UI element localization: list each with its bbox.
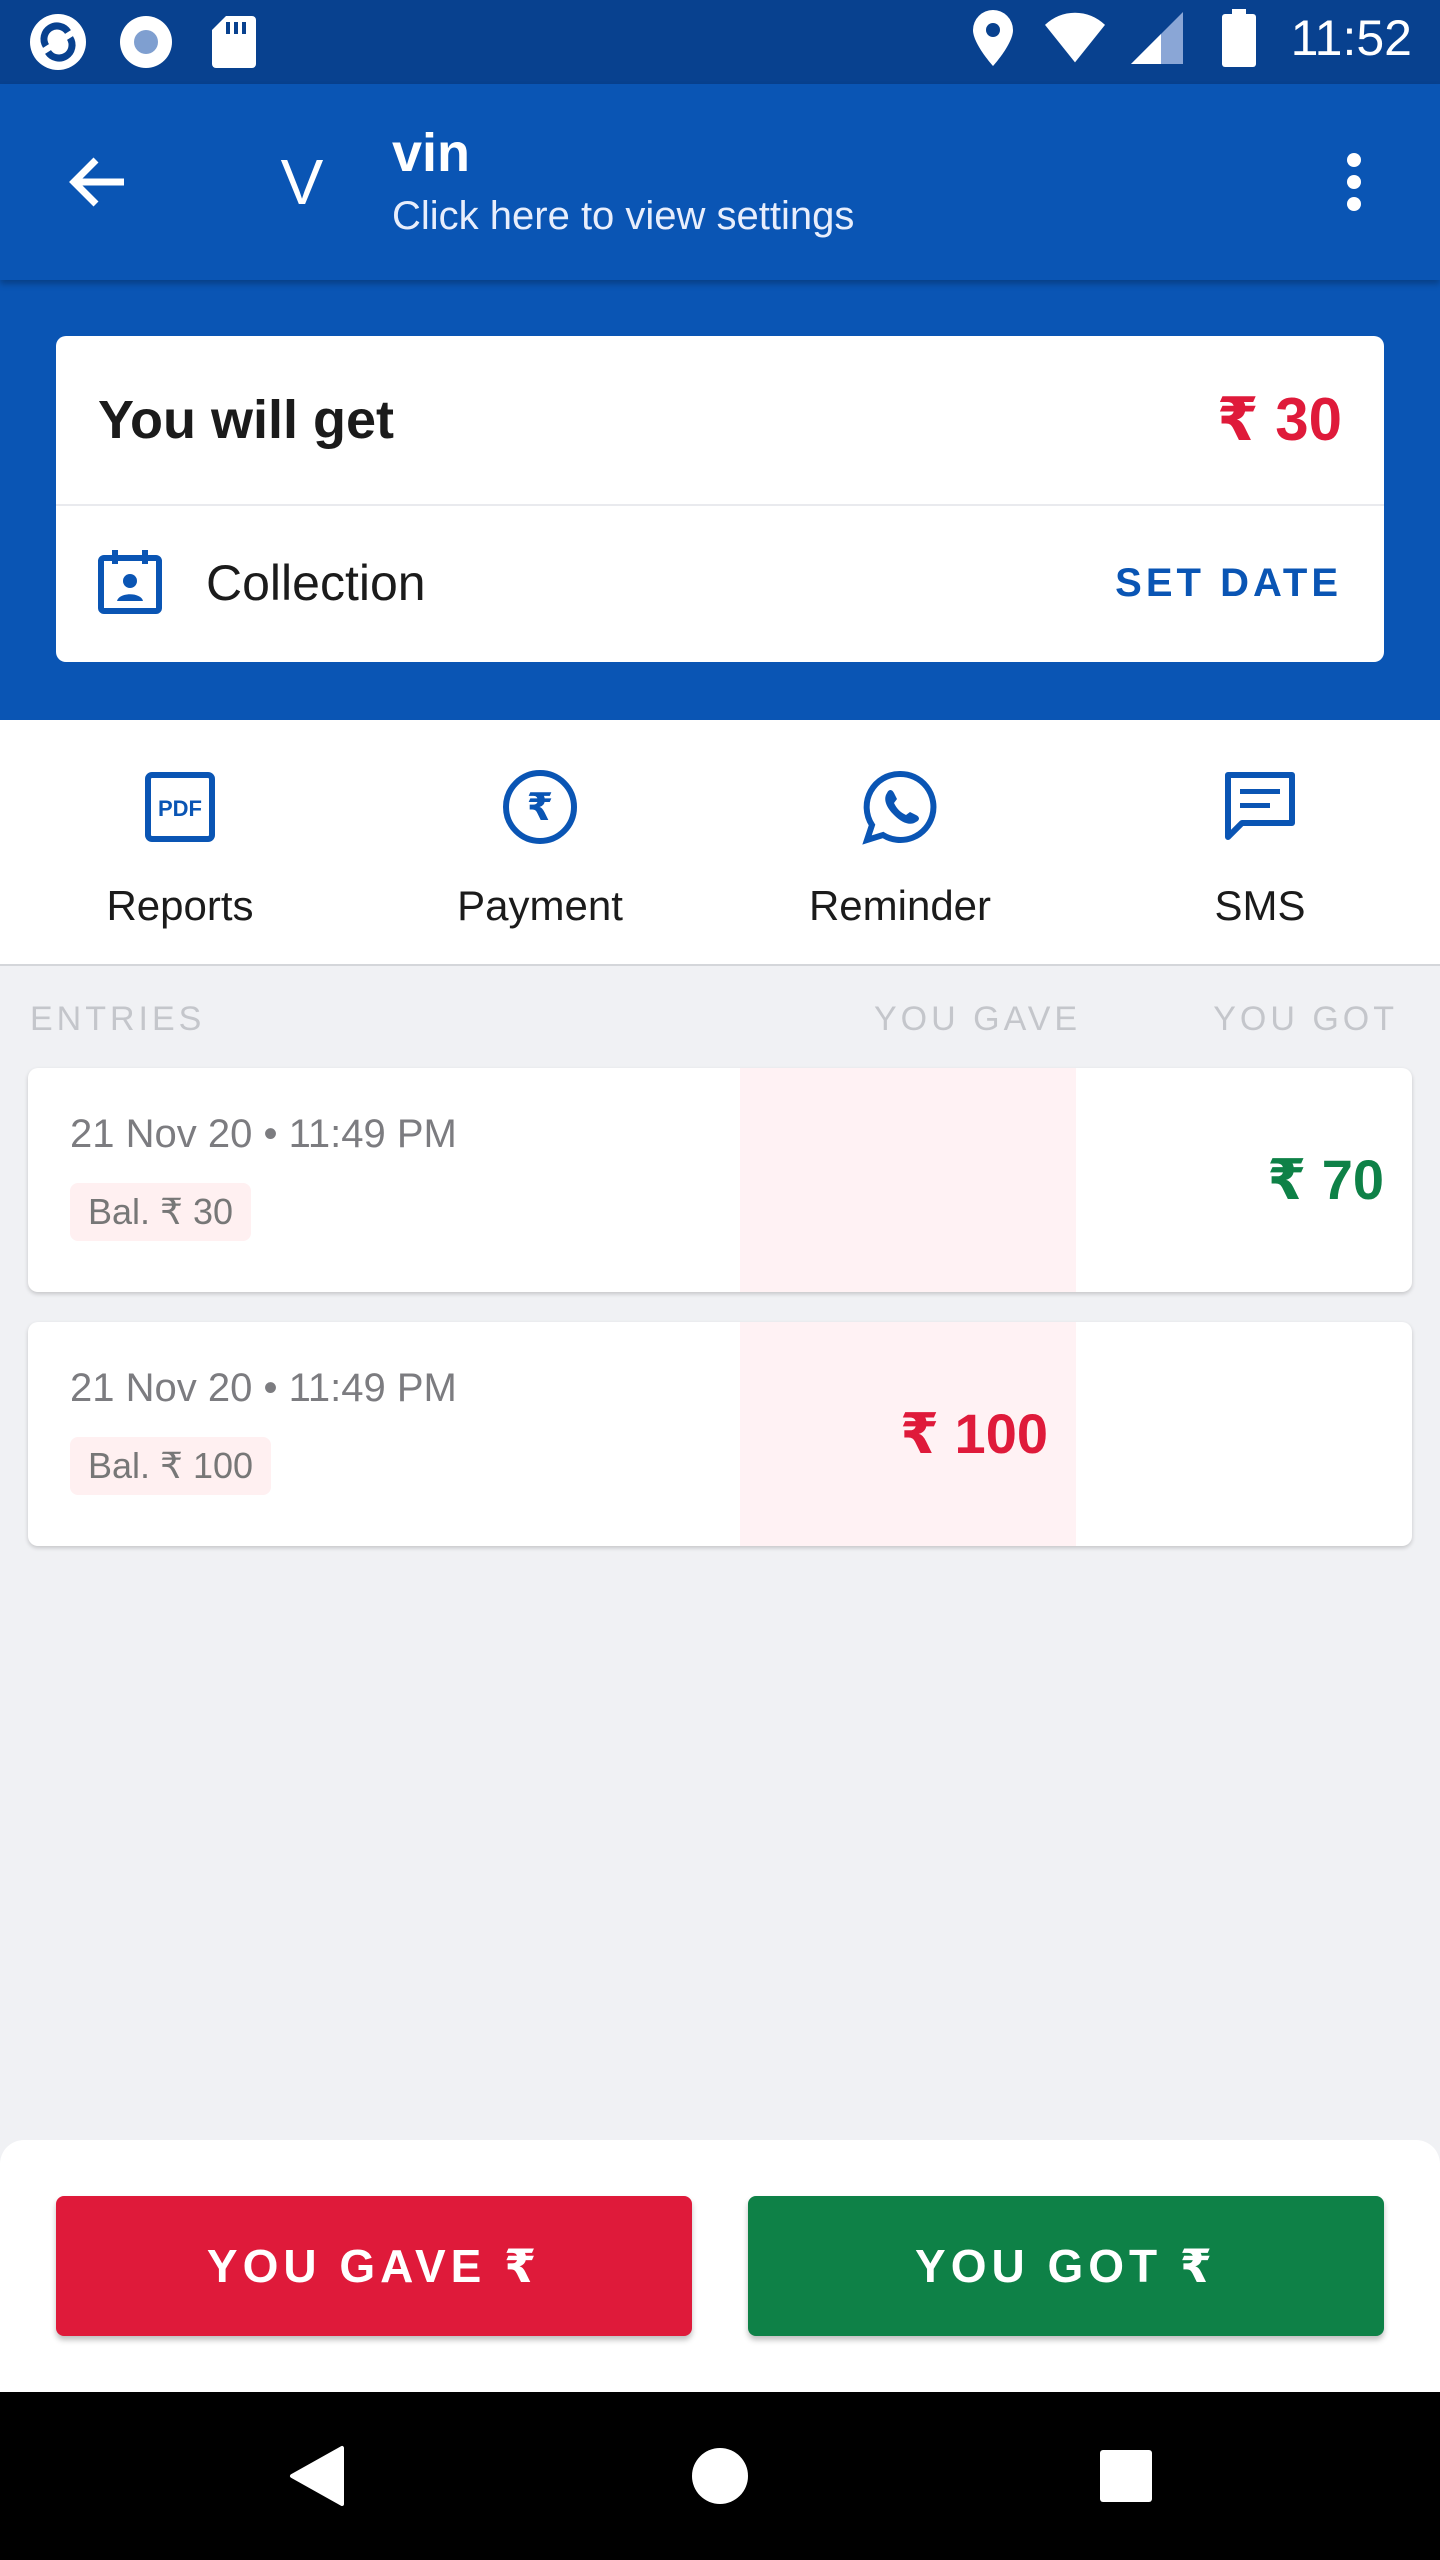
circle-home-icon (692, 2448, 748, 2504)
calendar-icon (98, 548, 162, 619)
reminder-label: Reminder (808, 882, 992, 929)
record-icon (116, 12, 176, 72)
gave-amount-cell (740, 1068, 1076, 1292)
got-amount: ₹ 70 (1267, 1148, 1384, 1211)
location-icon (963, 8, 1023, 68)
balance-label: You will get (98, 390, 394, 450)
transaction-row[interactable]: 21 Nov 20 • 11:49 PM Bal. ₹ 100 ₹ 100 (28, 1322, 1412, 1546)
entries-header: ENTRIES YOU GAVE YOU GOT (0, 994, 1440, 1044)
running-balance: Bal. ₹ 30 (70, 1183, 251, 1241)
svg-text:₹: ₹ (527, 785, 553, 829)
gave-amount-cell: ₹ 100 (740, 1322, 1076, 1546)
you-got-column-label: YOU GOT (1213, 1000, 1398, 1038)
got-amount-cell: ₹ 70 (1076, 1068, 1412, 1292)
back-button[interactable] (58, 142, 138, 222)
reminder-action[interactable]: Reminder (720, 720, 1080, 964)
quick-actions-bar: PDF Reports ₹ Payment Reminder SMS (0, 720, 1440, 966)
wifi-icon (1044, 8, 1105, 68)
transaction-date: 21 Nov 20 • 11:49 PM (70, 1366, 457, 1410)
collection-row[interactable]: Collection SET DATE (56, 506, 1384, 660)
you-got-button[interactable]: YOU GOT ₹ (748, 2196, 1384, 2336)
balance-amount: ₹ 30 (1216, 386, 1342, 453)
square-recents-icon (1100, 2450, 1152, 2502)
whatsapp-icon (855, 762, 945, 852)
sd-card-icon (204, 12, 264, 72)
transaction-date: 21 Nov 20 • 11:49 PM (70, 1112, 457, 1156)
contact-title-block[interactable]: vin Click here to view settings (392, 122, 854, 239)
more-vertical-icon (1347, 153, 1361, 211)
battery-icon (1209, 8, 1269, 68)
payment-label: Payment (457, 882, 623, 929)
app-notification-icon (28, 12, 88, 72)
nav-recents-button[interactable] (1086, 2436, 1166, 2516)
balance-summary-card: You will get ₹ 30 Collection SET DATE (56, 336, 1384, 662)
triangle-back-icon (290, 2446, 344, 2506)
status-time: 11:52 (1290, 10, 1412, 66)
view-settings-link[interactable]: Click here to view settings (392, 194, 854, 239)
contact-name: vin (392, 123, 471, 183)
rupee-circle-icon: ₹ (495, 762, 585, 852)
you-gave-column-label: YOU GAVE (874, 1000, 1082, 1038)
status-right-icons: 11:52 (963, 8, 1412, 68)
status-bar: 11:52 (0, 0, 1440, 84)
set-date-button[interactable]: SET DATE (1115, 561, 1342, 606)
you-gave-button[interactable]: YOU GAVE ₹ (56, 2196, 692, 2336)
nav-back-button[interactable] (276, 2436, 356, 2516)
payment-action[interactable]: ₹ Payment (360, 720, 720, 964)
got-amount-cell (1076, 1322, 1412, 1546)
more-options-button[interactable] (1314, 142, 1394, 222)
svg-text:PDF: PDF (158, 796, 202, 821)
collection-label: Collection (206, 555, 426, 611)
status-left-icons (28, 12, 264, 72)
reports-action[interactable]: PDF Reports (0, 720, 360, 964)
app-bar: V vin Click here to view settings (0, 84, 1440, 280)
sms-label: SMS (1214, 882, 1306, 929)
transaction-row[interactable]: 21 Nov 20 • 11:49 PM Bal. ₹ 30 ₹ 70 (28, 1068, 1412, 1292)
arrow-left-icon (69, 157, 124, 207)
pdf-icon: PDF (135, 762, 225, 852)
balance-row: You will get ₹ 30 (56, 336, 1384, 506)
contact-avatar[interactable]: V (262, 142, 342, 222)
gave-amount: ₹ 100 (900, 1402, 1048, 1465)
message-icon (1215, 762, 1305, 852)
transaction-info: 21 Nov 20 • 11:49 PM Bal. ₹ 100 (70, 1366, 457, 1495)
nav-home-button[interactable] (680, 2436, 760, 2516)
signal-icon (1127, 8, 1187, 68)
running-balance: Bal. ₹ 100 (70, 1437, 272, 1495)
reports-label: Reports (106, 882, 254, 929)
system-navigation-bar (0, 2392, 1440, 2560)
sms-action[interactable]: SMS (1080, 720, 1440, 964)
bottom-action-panel: YOU GAVE ₹ YOU GOT ₹ (0, 2140, 1440, 2392)
entries-column-label: ENTRIES (30, 1000, 206, 1038)
transaction-info: 21 Nov 20 • 11:49 PM Bal. ₹ 30 (70, 1112, 457, 1241)
